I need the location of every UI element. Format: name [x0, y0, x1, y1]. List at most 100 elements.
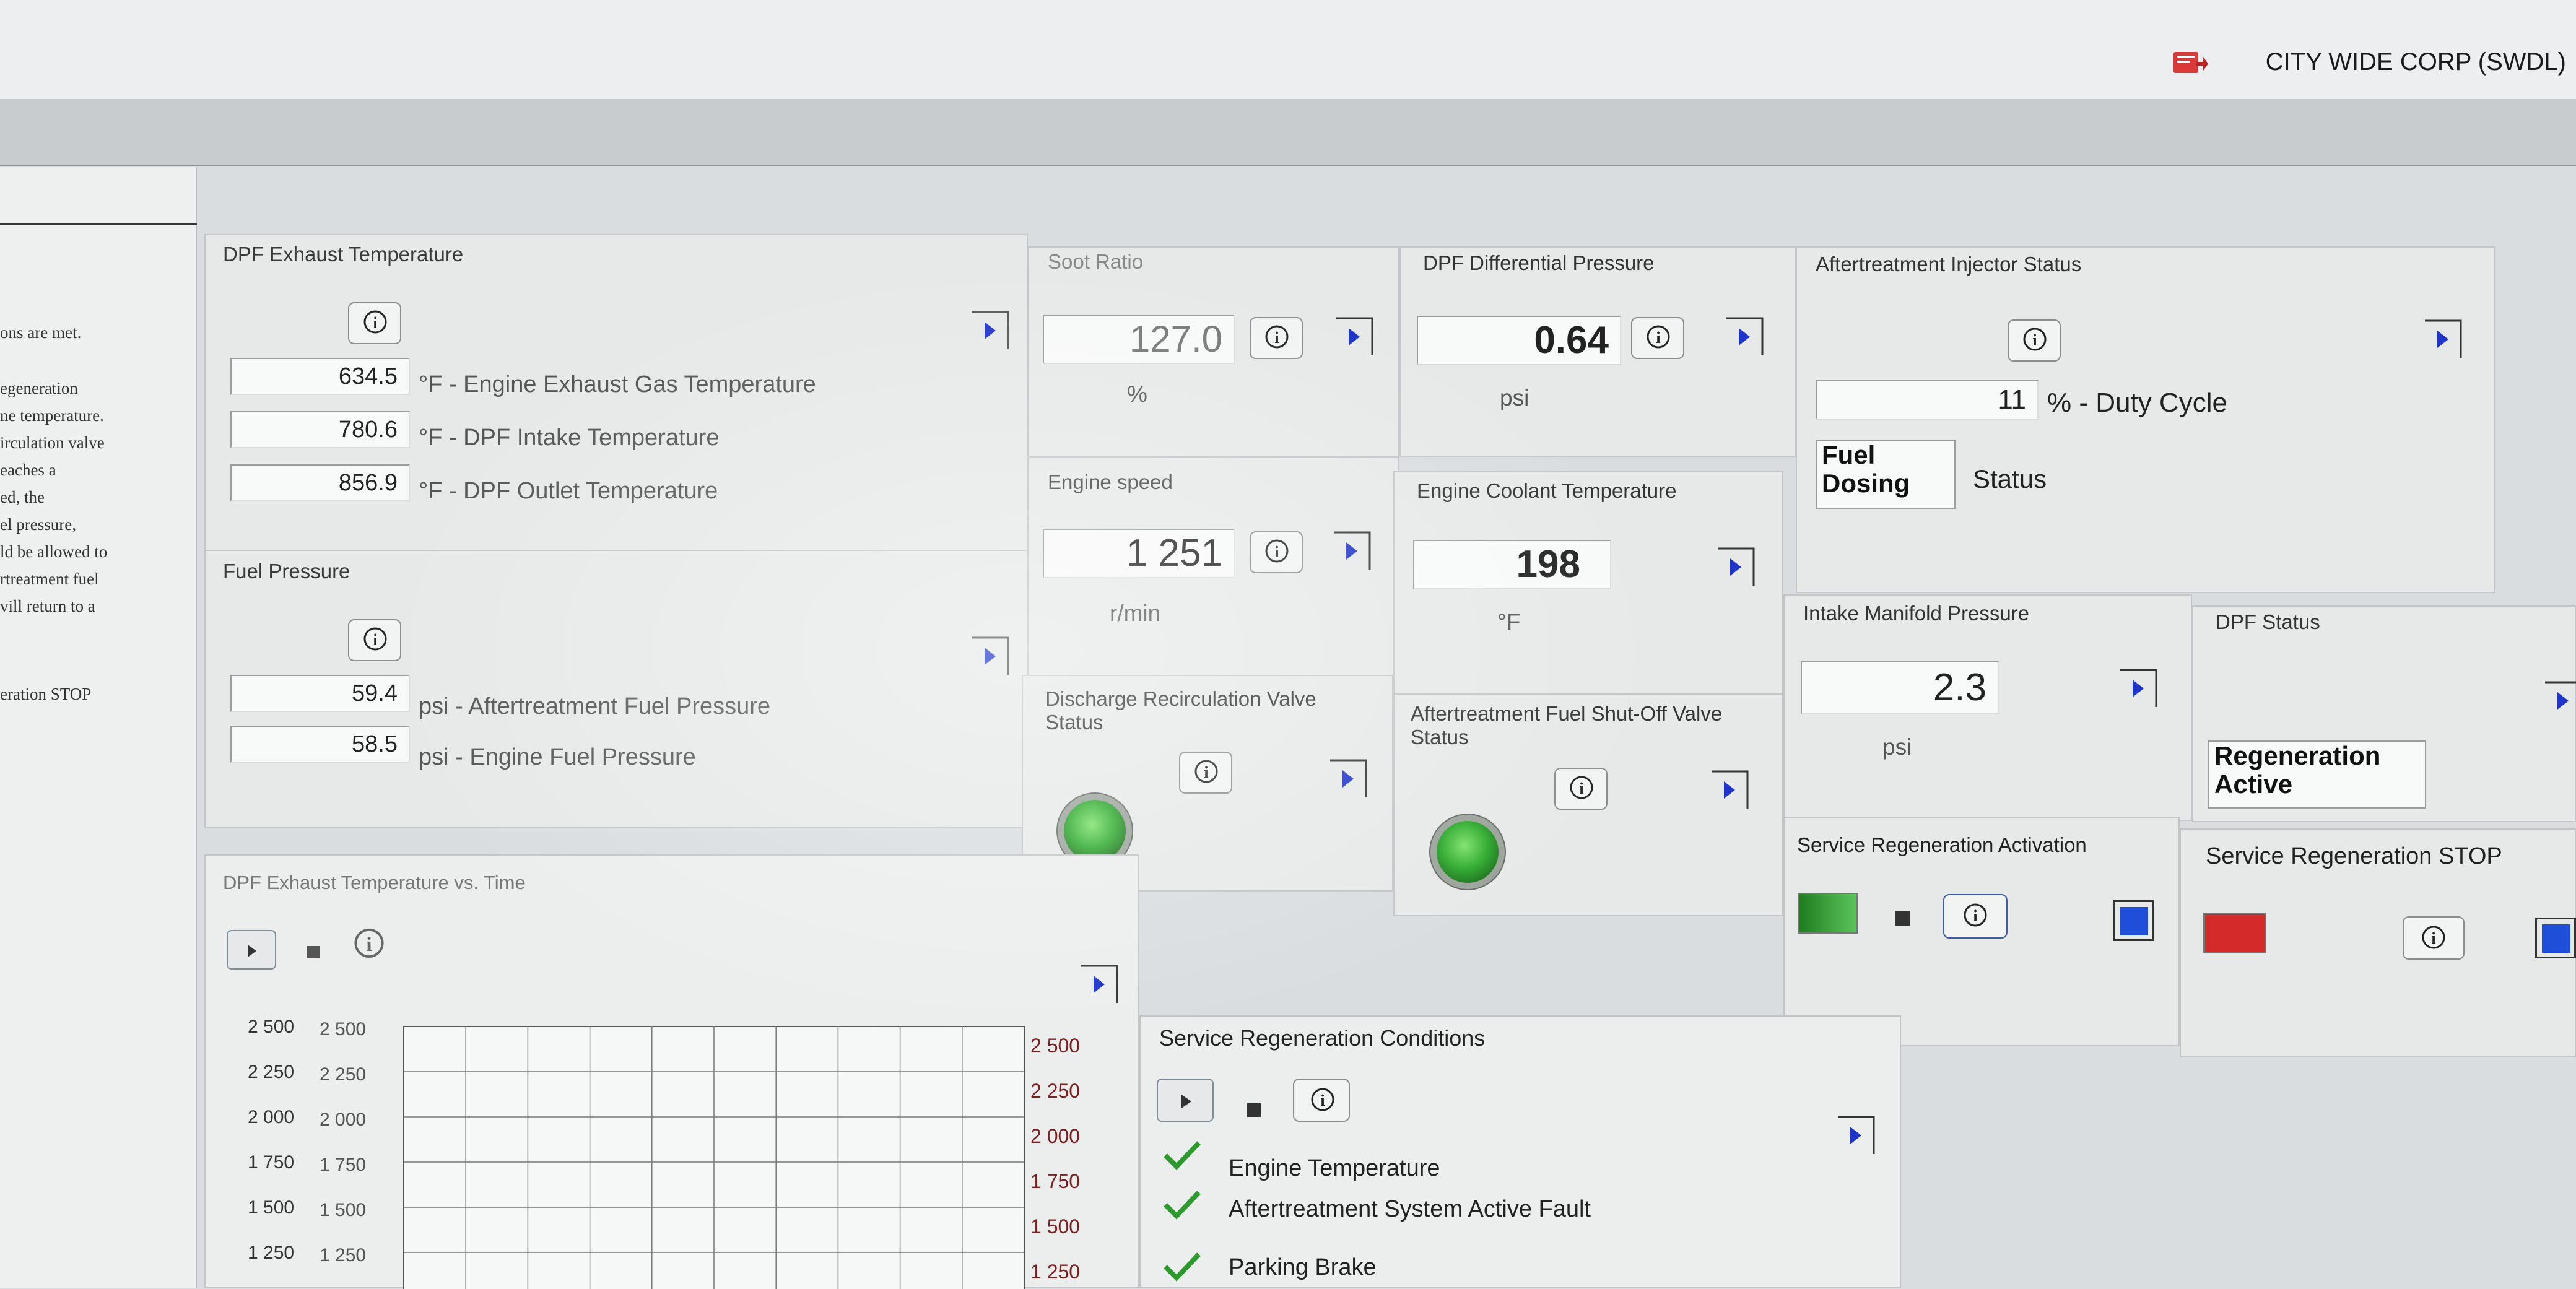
arrow-right-icon [1718, 547, 1755, 586]
expand-arrow-button[interactable] [2424, 319, 2462, 359]
info-button[interactable]: i [2403, 916, 2465, 960]
blue-square-icon [2120, 907, 2148, 935]
value-label: °F - Engine Exhaust Gas Temperature [419, 371, 816, 397]
unit-label: psi [1882, 734, 1912, 760]
svg-text:i: i [1973, 907, 1977, 925]
stop-square-icon[interactable] [307, 946, 320, 958]
info-button[interactable]: i [1179, 752, 1232, 794]
expand-arrow-button[interactable] [1837, 1116, 1875, 1155]
value-box: 198 [1413, 540, 1611, 589]
expand-arrow-button[interactable] [1725, 317, 1764, 357]
info-icon: i [1311, 1088, 1334, 1111]
service-regeneration-stop-panel: Service Regeneration STOP i [2180, 828, 2576, 1057]
expand-arrow-button[interactable] [2544, 681, 2576, 721]
dpf-status-panel: DPF Status Regeneration Active [2192, 605, 2576, 822]
info-button[interactable]: i [2008, 319, 2061, 362]
info-button[interactable]: i [350, 927, 394, 965]
run-button[interactable] [2113, 900, 2154, 941]
status-box: Regeneration Active [2208, 740, 2426, 809]
y-tick-label-right: 1 500 [1030, 1215, 1080, 1238]
instruction-line: irculation valve [0, 433, 105, 452]
panel-title: DPF Differential Pressure [1423, 251, 1655, 274]
y-tick-label: 1 250 [248, 1243, 294, 1263]
start-regeneration-button[interactable] [1798, 893, 1858, 934]
arrow-right-icon [972, 311, 1009, 349]
panel-title: Service Regeneration Conditions [1159, 1025, 1486, 1051]
value-box: 2.3 [1801, 661, 1999, 714]
panel-title: Service Regeneration STOP [2206, 843, 2502, 869]
info-button[interactable]: i [348, 302, 401, 344]
expand-arrow-button[interactable] [971, 311, 1009, 350]
arrow-right-icon [1838, 1116, 1875, 1154]
play-button[interactable] [227, 930, 276, 970]
expand-arrow-button[interactable] [971, 636, 1009, 676]
expand-arrow-button[interactable] [1710, 770, 1749, 810]
logout-icon[interactable] [2171, 47, 2208, 78]
play-button[interactable] [1157, 1079, 1214, 1122]
run-button[interactable] [2535, 918, 2576, 958]
info-icon: i [2422, 926, 2445, 949]
stop-square-icon[interactable] [1895, 911, 1910, 926]
y-tick-label: 1 250 [320, 1245, 366, 1265]
arrow-right-icon [1726, 317, 1764, 355]
value-label: °F - DPF Outlet Temperature [419, 478, 718, 504]
svg-text:i: i [1656, 329, 1660, 347]
info-button[interactable]: i [1250, 531, 1303, 573]
service-regeneration-conditions-panel: Service Regeneration Conditions i Engine… [1139, 1015, 1901, 1288]
unit-label: % - Duty Cycle [2047, 388, 2227, 418]
expand-arrow-button[interactable] [1717, 547, 1755, 587]
info-icon: i [1265, 539, 1289, 563]
panel-title: Soot Ratio [1048, 250, 1144, 273]
value-box: 1 251 [1043, 529, 1235, 578]
info-button[interactable]: i [1631, 317, 1684, 359]
expand-arrow-button[interactable] [1333, 531, 1371, 571]
arrow-right-icon [2545, 681, 2576, 710]
expand-arrow-button[interactable] [1329, 759, 1367, 799]
panel-title: Service Regeneration Activation [1797, 833, 2087, 856]
status-led-indicator [1437, 821, 1499, 883]
stop-regeneration-button[interactable] [2203, 913, 2266, 953]
soot-ratio-panel: Soot Ratio 127.0 i % [1028, 246, 1399, 457]
y-tick-label: 1 500 [248, 1197, 294, 1218]
check-icon [1162, 1249, 1203, 1284]
panel-title: Fuel Pressure [223, 560, 350, 583]
expand-arrow-button[interactable] [2119, 669, 2157, 708]
info-button[interactable]: i [1293, 1079, 1350, 1122]
info-icon: i [363, 310, 387, 334]
arrow-right-icon [1334, 531, 1371, 570]
svg-text:i: i [373, 631, 377, 649]
info-button[interactable]: i [1943, 894, 2008, 939]
info-icon: i [1265, 325, 1289, 349]
expand-arrow-button[interactable] [1335, 317, 1373, 357]
info-button[interactable]: i [1250, 317, 1303, 359]
instructions-pane: ons are met. egeneration ne temperature.… [0, 167, 197, 1288]
instruction-line: rtreatment fuel [0, 570, 99, 588]
y-tick-label-right: 2 500 [1030, 1035, 1080, 1057]
info-button[interactable]: i [348, 619, 401, 661]
unit-label: psi [1500, 385, 1530, 410]
fuel-pressure-panel: Fuel Pressure i 59.4 psi - Aftertreatmen… [204, 550, 1028, 828]
svg-text:i: i [2431, 929, 2435, 947]
panel-title: Engine speed [1048, 471, 1173, 493]
menu-bar [0, 99, 2576, 166]
instruction-line: ne temperature. [0, 406, 104, 425]
status-label: Status [1973, 464, 2047, 493]
value-box: 58.5 [230, 726, 410, 763]
y-tick-label-right: 1 250 [1030, 1261, 1080, 1283]
y-tick-label: 1 750 [320, 1155, 366, 1175]
panel-title: DPF Exhaust Temperature [223, 243, 464, 266]
info-button[interactable]: i [1554, 768, 1608, 810]
panel-title: DPF Exhaust Temperature vs. Time [223, 872, 526, 893]
y-tick-label: 2 250 [248, 1062, 294, 1082]
value-box: 856.9 [230, 464, 410, 501]
instruction-line: ons are met. [0, 323, 82, 342]
y-tick-label: 1 750 [248, 1152, 294, 1173]
instruction-line: eaches a [0, 461, 56, 479]
y-tick-label: 2 500 [320, 1019, 366, 1039]
svg-text:i: i [1579, 779, 1583, 797]
stop-square-icon[interactable] [1247, 1103, 1261, 1117]
instruction-line: el pressure, [0, 515, 76, 534]
arrow-right-icon [1330, 759, 1367, 797]
info-icon: i [1964, 903, 1987, 927]
y-tick-label: 2 500 [248, 1017, 294, 1037]
